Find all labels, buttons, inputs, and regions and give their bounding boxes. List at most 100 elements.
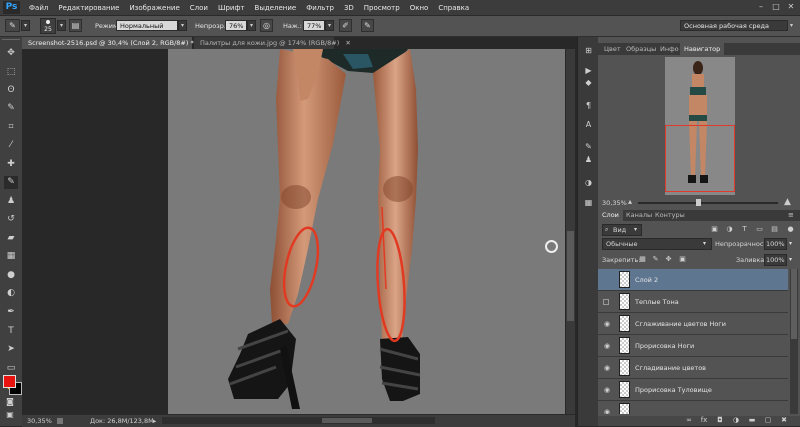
history-panel-icon[interactable]: ⊞ [582, 45, 595, 57]
layer-row-torso-drawing[interactable]: ◉ Прорисовка Туловище [598, 379, 788, 401]
filter-shape-icon[interactable]: ▭ [755, 225, 764, 234]
zoom-out-icon[interactable]: ▴ [628, 197, 632, 206]
gradient-icon[interactable]: ▦ [4, 250, 18, 263]
tab-close-icon[interactable]: ✕ [345, 39, 350, 47]
layer-row-warm-tones[interactable]: Теплые Тона [598, 291, 788, 313]
tab-navigator[interactable]: Навигатор [680, 43, 725, 55]
opacity-dropdown[interactable]: ▾ [247, 20, 256, 31]
menu-window[interactable]: Окно [405, 4, 434, 12]
eye-icon[interactable]: ◉ [603, 320, 611, 328]
pressure-field[interactable]: 77% [303, 20, 325, 31]
layer-mask-icon[interactable]: ◘ [715, 416, 725, 425]
layer-row-leg-drawing[interactable]: ◉ Прорисовка Ноги [598, 335, 788, 357]
brush-preset-picker[interactable]: 25 [40, 18, 56, 34]
layer-style-icon[interactable]: fx [699, 416, 709, 425]
styles-panel-icon[interactable]: ▦ [582, 197, 595, 209]
brush-icon[interactable]: ✎ [4, 176, 18, 189]
layers-scroll-thumb[interactable] [791, 269, 797, 339]
path-select-icon[interactable]: ➤ [4, 343, 18, 356]
adjustment-layer-icon[interactable]: ◑ [731, 416, 741, 425]
menu-view[interactable]: Просмотр [359, 4, 405, 12]
menu-edit[interactable]: Редактирование [53, 4, 124, 12]
menu-type[interactable]: Шрифт [213, 4, 250, 12]
eye-icon[interactable]: ◉ [603, 364, 611, 372]
tab-swatches[interactable]: Образцы [622, 43, 660, 55]
hscroll-thumb[interactable] [322, 418, 372, 423]
maximize-icon[interactable]: □ [771, 2, 781, 12]
menu-filter[interactable]: Фильтр [301, 4, 339, 12]
tab-screenshot-psd[interactable]: Screenshot-2516.psd @ 30,4% (Слой 2, RGB… [22, 37, 194, 49]
new-group-icon[interactable]: ▬ [747, 416, 757, 425]
layer-opacity-field[interactable]: 100% [764, 238, 787, 250]
opacity-chevron-icon[interactable]: ▾ [789, 240, 792, 247]
clone-source-icon[interactable]: ♟ [582, 154, 595, 166]
eye-icon[interactable]: ◉ [603, 386, 611, 394]
lasso-icon[interactable]: ʘ [4, 84, 18, 97]
foreground-color-swatch[interactable] [3, 375, 16, 388]
lock-all-icon[interactable]: ▣ [678, 255, 687, 264]
menu-layers[interactable]: Слои [185, 4, 213, 12]
3d-panel-icon[interactable]: ◆ [582, 77, 595, 89]
filter-toggle-icon[interactable]: ● [786, 225, 795, 234]
layer-row-partial[interactable]: ◉ [598, 401, 788, 414]
layer-filter-select[interactable]: ⌕ Вид ▾ [602, 224, 642, 236]
layer-row-leg-blend[interactable]: ◉ Сглаживание цветов Ноги [598, 313, 788, 335]
healing-icon[interactable]: ✚ [4, 158, 18, 171]
crop-icon[interactable]: ⌗ [4, 121, 18, 134]
adjustments-panel-icon[interactable]: ◑ [582, 177, 595, 189]
zoom-readout[interactable]: 30,35% [27, 417, 52, 425]
filter-adjust-icon[interactable]: ◑ [725, 225, 734, 234]
opacity-field[interactable]: 76% [225, 20, 247, 31]
paragraph-panel-icon[interactable]: ¶ [582, 100, 595, 112]
history-brush-icon[interactable]: ↺ [4, 213, 18, 226]
tab-skin-palette[interactable]: Палитры для кожи.jpg @ 174% (RGB/8#) ✕ [194, 37, 351, 49]
brush-settings-icon[interactable]: ✎ [582, 141, 595, 153]
menu-file[interactable]: Файл [24, 4, 53, 12]
menu-3d[interactable]: 3D [339, 4, 359, 12]
delete-layer-icon[interactable]: ✖ [779, 416, 789, 425]
eye-icon[interactable]: ◉ [603, 342, 611, 350]
marquee-icon[interactable]: ⬚ [4, 66, 18, 79]
layers-scrollbar[interactable] [790, 269, 798, 414]
lock-transparency-icon[interactable]: ▦ [638, 255, 647, 264]
mode-select[interactable]: Нормальный [116, 20, 178, 31]
scroll-thumb[interactable] [567, 231, 574, 321]
status-arrow-icon[interactable]: ▸ [153, 417, 156, 425]
navigator-view-box[interactable] [665, 125, 735, 192]
lock-pixels-icon[interactable]: ✎ [651, 255, 660, 264]
pressure-size-icon[interactable]: ✎ [361, 19, 374, 32]
fill-chevron-icon[interactable]: ▾ [789, 256, 792, 263]
panel-menu-icon[interactable]: ≡ [788, 211, 794, 219]
pressure-dropdown[interactable]: ▾ [325, 20, 334, 31]
dodge-icon[interactable]: ◐ [4, 287, 18, 300]
zoom-in-icon[interactable]: ▲ [784, 197, 791, 207]
eraser-icon[interactable]: ▰ [4, 232, 18, 245]
menu-image[interactable]: Изображение [124, 4, 184, 12]
shape-icon[interactable]: ▭ [4, 362, 18, 375]
layer-row-color-smoothing[interactable]: ◉ Сгладивание цветов [598, 357, 788, 379]
quick-select-icon[interactable]: ✎ [4, 102, 18, 115]
tab-color[interactable]: Цвет [600, 43, 625, 55]
tab-paths[interactable]: Контуры [651, 210, 689, 221]
lock-position-icon[interactable]: ✥ [664, 255, 673, 264]
screen-mode-icon[interactable]: ▣ [4, 410, 16, 420]
brush-preset-dropdown[interactable]: ▾ [57, 20, 66, 31]
close-icon[interactable]: ✕ [786, 2, 796, 12]
filter-smart-icon[interactable]: ▤ [770, 225, 779, 234]
tab-info[interactable]: Инфо [656, 43, 683, 55]
brush-panel-icon[interactable]: ▤ [69, 19, 82, 32]
quick-mask-icon[interactable]: ◙ [4, 397, 16, 407]
airbrush-icon[interactable]: ✐ [339, 19, 352, 32]
document-canvas[interactable] [168, 49, 565, 414]
tab-layers[interactable]: Слои [598, 210, 623, 221]
menu-select[interactable]: Выделение [250, 4, 302, 12]
blur-icon[interactable]: ● [4, 269, 18, 282]
layer-row-layer-2[interactable]: Слой 2 [598, 269, 788, 291]
zoom-slider[interactable] [638, 199, 778, 206]
navigator-preview[interactable] [665, 57, 735, 195]
workspace-select[interactable]: Основная рабочая среда [680, 20, 788, 31]
visibility-toggle[interactable] [603, 299, 609, 305]
type-icon[interactable]: T [4, 325, 18, 338]
link-layers-icon[interactable]: ∞ [684, 416, 694, 425]
vertical-scrollbar[interactable] [566, 49, 575, 414]
